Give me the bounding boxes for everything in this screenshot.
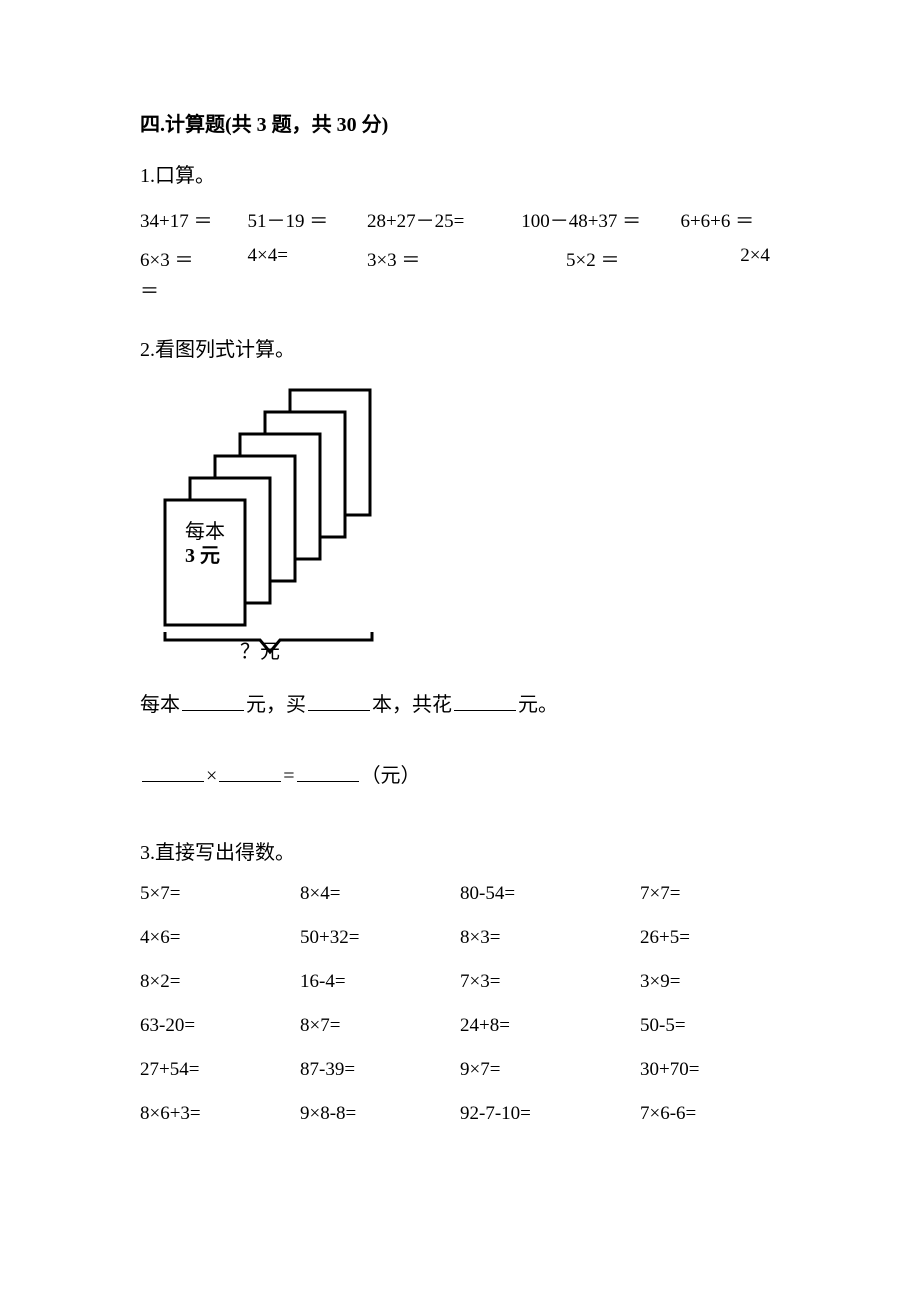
expr-cell: 9×7= [460, 1059, 640, 1081]
expr-cell: 28+27－25= [367, 206, 521, 233]
expr-cell: 8×4= [300, 883, 460, 905]
fill-blank[interactable] [454, 690, 516, 711]
figure-bottom-label: ？元 [240, 641, 280, 660]
expr-cell: 8×6+3= [140, 1103, 300, 1125]
q2-figure: 每本 3 元 ？元 [140, 380, 780, 660]
q2-fill-line: 每本 元，买 本，共花 元。 [140, 688, 780, 717]
q2-label: 2.看图列式计算。 [140, 333, 780, 362]
op-multiply: × [206, 765, 217, 787]
expr-cell: 30+70= [640, 1059, 780, 1081]
expr-cell: 7×6-6= [640, 1103, 780, 1125]
expr-cell: 34+17 ＝ [140, 206, 248, 233]
q1-row2-tail: ＝ [140, 276, 780, 303]
expr-cell: 87-39= [300, 1059, 460, 1081]
worksheet-page: 四.计算题(共 3 题，共 30 分) 1.口算。 34+17 ＝ 51－19 … [0, 0, 920, 1302]
expr-cell: 16-4= [300, 971, 460, 993]
expr-cell: 100－48+37 ＝ [521, 206, 680, 233]
fill-blank[interactable] [308, 690, 370, 711]
expr-cell: 27+54= [140, 1059, 300, 1081]
figure-per-label-2: 3 元 [185, 545, 220, 567]
expr-cell: 92-7-10= [460, 1103, 640, 1125]
expr-cell: 80-54= [460, 883, 640, 905]
expr-cell: 50+32= [300, 927, 460, 949]
expr-cell: 3×3 ＝ [367, 245, 566, 272]
q1-label: 1.口算。 [140, 159, 780, 188]
q3-label: 3.直接写出得数。 [140, 836, 780, 865]
expr-cell: 50-5= [640, 1015, 780, 1037]
q3-table: 5×7= 8×4= 80-54= 7×7= 4×6= 50+32= 8×3= 2… [140, 883, 780, 1125]
op-equals: = [283, 765, 294, 787]
q1-row2: 6×3 ＝ 4×4= 3×3 ＝ 5×2 ＝ 2×4 [140, 245, 780, 272]
expr-cell: 51－19 ＝ [248, 206, 367, 233]
fill-text: 元，买 [246, 694, 306, 716]
expr-cell: 8×7= [300, 1015, 460, 1037]
q2-equation-line: × = （元） [140, 759, 780, 788]
expr-cell: 63-20= [140, 1015, 300, 1037]
q1-row1: 34+17 ＝ 51－19 ＝ 28+27－25= 100－48+37 ＝ 6+… [140, 206, 780, 233]
expr-cell: 7×7= [640, 883, 780, 905]
fill-text: 每本 [140, 694, 180, 716]
expr-cell: 5×7= [140, 883, 300, 905]
expr-cell: 9×8-8= [300, 1103, 460, 1125]
fill-text: 元。 [518, 694, 558, 716]
books-illustration: 每本 3 元 ？元 [140, 380, 400, 660]
expr-cell: 8×2= [140, 971, 300, 993]
expr-cell: 26+5= [640, 927, 780, 949]
figure-per-label-1: 每本 [185, 520, 225, 543]
expr-cell: 24+8= [460, 1015, 640, 1037]
fill-blank[interactable] [142, 761, 204, 782]
expr-cell: 4×6= [140, 927, 300, 949]
expr-cell: 2×4 [740, 245, 780, 272]
fill-blank[interactable] [182, 690, 244, 711]
section-title: 四.计算题(共 3 题，共 30 分) [140, 108, 780, 137]
expr-cell: 3×9= [640, 971, 780, 993]
fill-text: 本，共花 [372, 694, 452, 716]
fill-blank[interactable] [297, 761, 359, 782]
expr-cell: 5×2 ＝ [566, 245, 740, 272]
fill-blank[interactable] [219, 761, 281, 782]
unit-label: （元） [361, 765, 421, 787]
expr-cell: 6×3 ＝ [140, 245, 248, 272]
expr-cell: 4×4= [248, 245, 367, 272]
expr-cell: 6+6+6 ＝ [680, 206, 780, 233]
expr-cell: 8×3= [460, 927, 640, 949]
expr-cell: 7×3= [460, 971, 640, 993]
